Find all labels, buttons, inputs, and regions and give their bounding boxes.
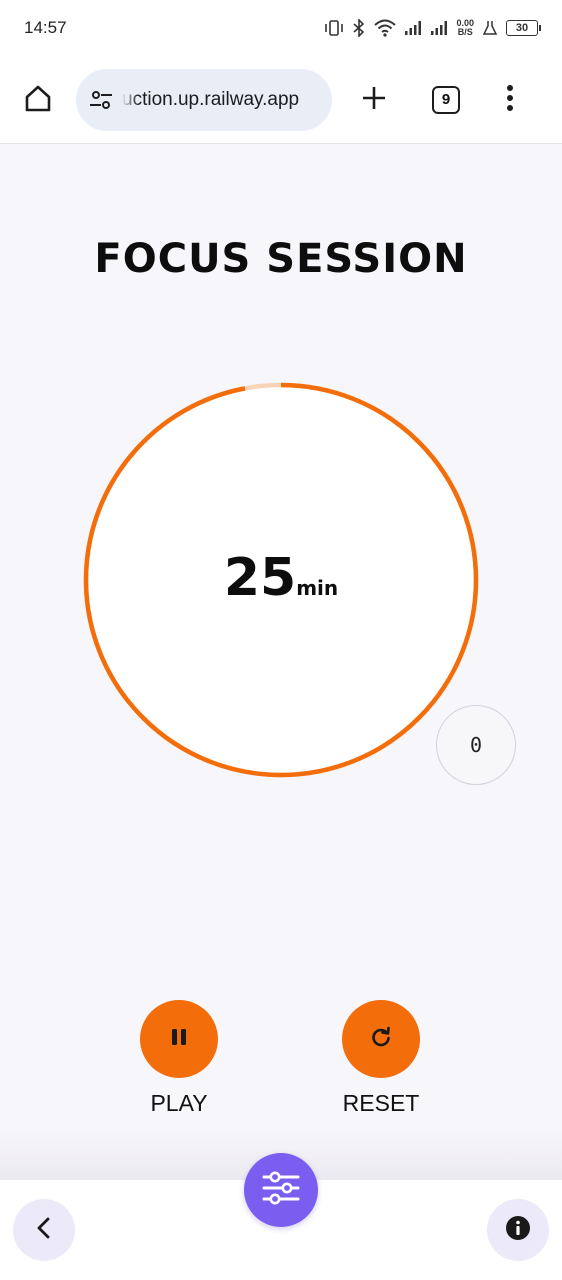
new-tab-button[interactable] (354, 80, 394, 120)
pause-icon (169, 1027, 189, 1051)
reset-button[interactable] (342, 1000, 420, 1078)
home-button[interactable] (18, 80, 58, 120)
play-label: PLAY (150, 1090, 208, 1116)
session-counter[interactable]: 0 (436, 705, 516, 785)
address-bar[interactable]: uction.up.railway.app (76, 68, 332, 131)
chevron-left-icon (34, 1216, 54, 1244)
more-vert-icon (506, 84, 514, 116)
info-button[interactable] (487, 1199, 549, 1261)
wifi-icon (374, 19, 397, 37)
info-icon (505, 1215, 531, 1245)
battery-indicator: 30 (506, 20, 541, 36)
back-button[interactable] (13, 1199, 75, 1261)
net-speed-unit: B/S (457, 27, 473, 37)
browser-toolbar: uction.up.railway.app 9 (0, 56, 562, 144)
play-button[interactable] (140, 1000, 218, 1078)
page-title: FOCUS SESSION (94, 236, 468, 282)
play-control: PLAY (109, 1000, 249, 1117)
status-bar: 14:57 0.00 B/S 30 (0, 0, 562, 56)
bluetooth-icon (352, 19, 366, 37)
signal-icon (404, 20, 422, 36)
timer-display: 25min (0, 548, 562, 608)
reset-control: RESET (311, 1000, 451, 1117)
tab-switcher-button[interactable]: 9 (432, 85, 460, 114)
timer-unit: min (296, 576, 339, 600)
signal-icon (430, 20, 448, 36)
settings-fab[interactable] (244, 1153, 318, 1227)
net-speed: 0.00 B/S (456, 19, 474, 37)
browser-menu-button[interactable] (498, 80, 522, 120)
home-icon (23, 83, 53, 117)
flask-icon (482, 20, 498, 36)
reset-label: RESET (342, 1090, 420, 1116)
plus-icon (360, 84, 388, 116)
url-text: uction.up.railway.app (122, 88, 300, 110)
refresh-icon (369, 1025, 393, 1053)
sliders-icon (261, 1170, 301, 1210)
status-time: 14:57 (24, 18, 67, 37)
vibrate-icon (324, 20, 344, 36)
status-icons: 0.00 B/S 30 (324, 19, 541, 37)
timer-minutes: 25 (223, 548, 297, 608)
site-settings-icon[interactable] (88, 87, 114, 113)
